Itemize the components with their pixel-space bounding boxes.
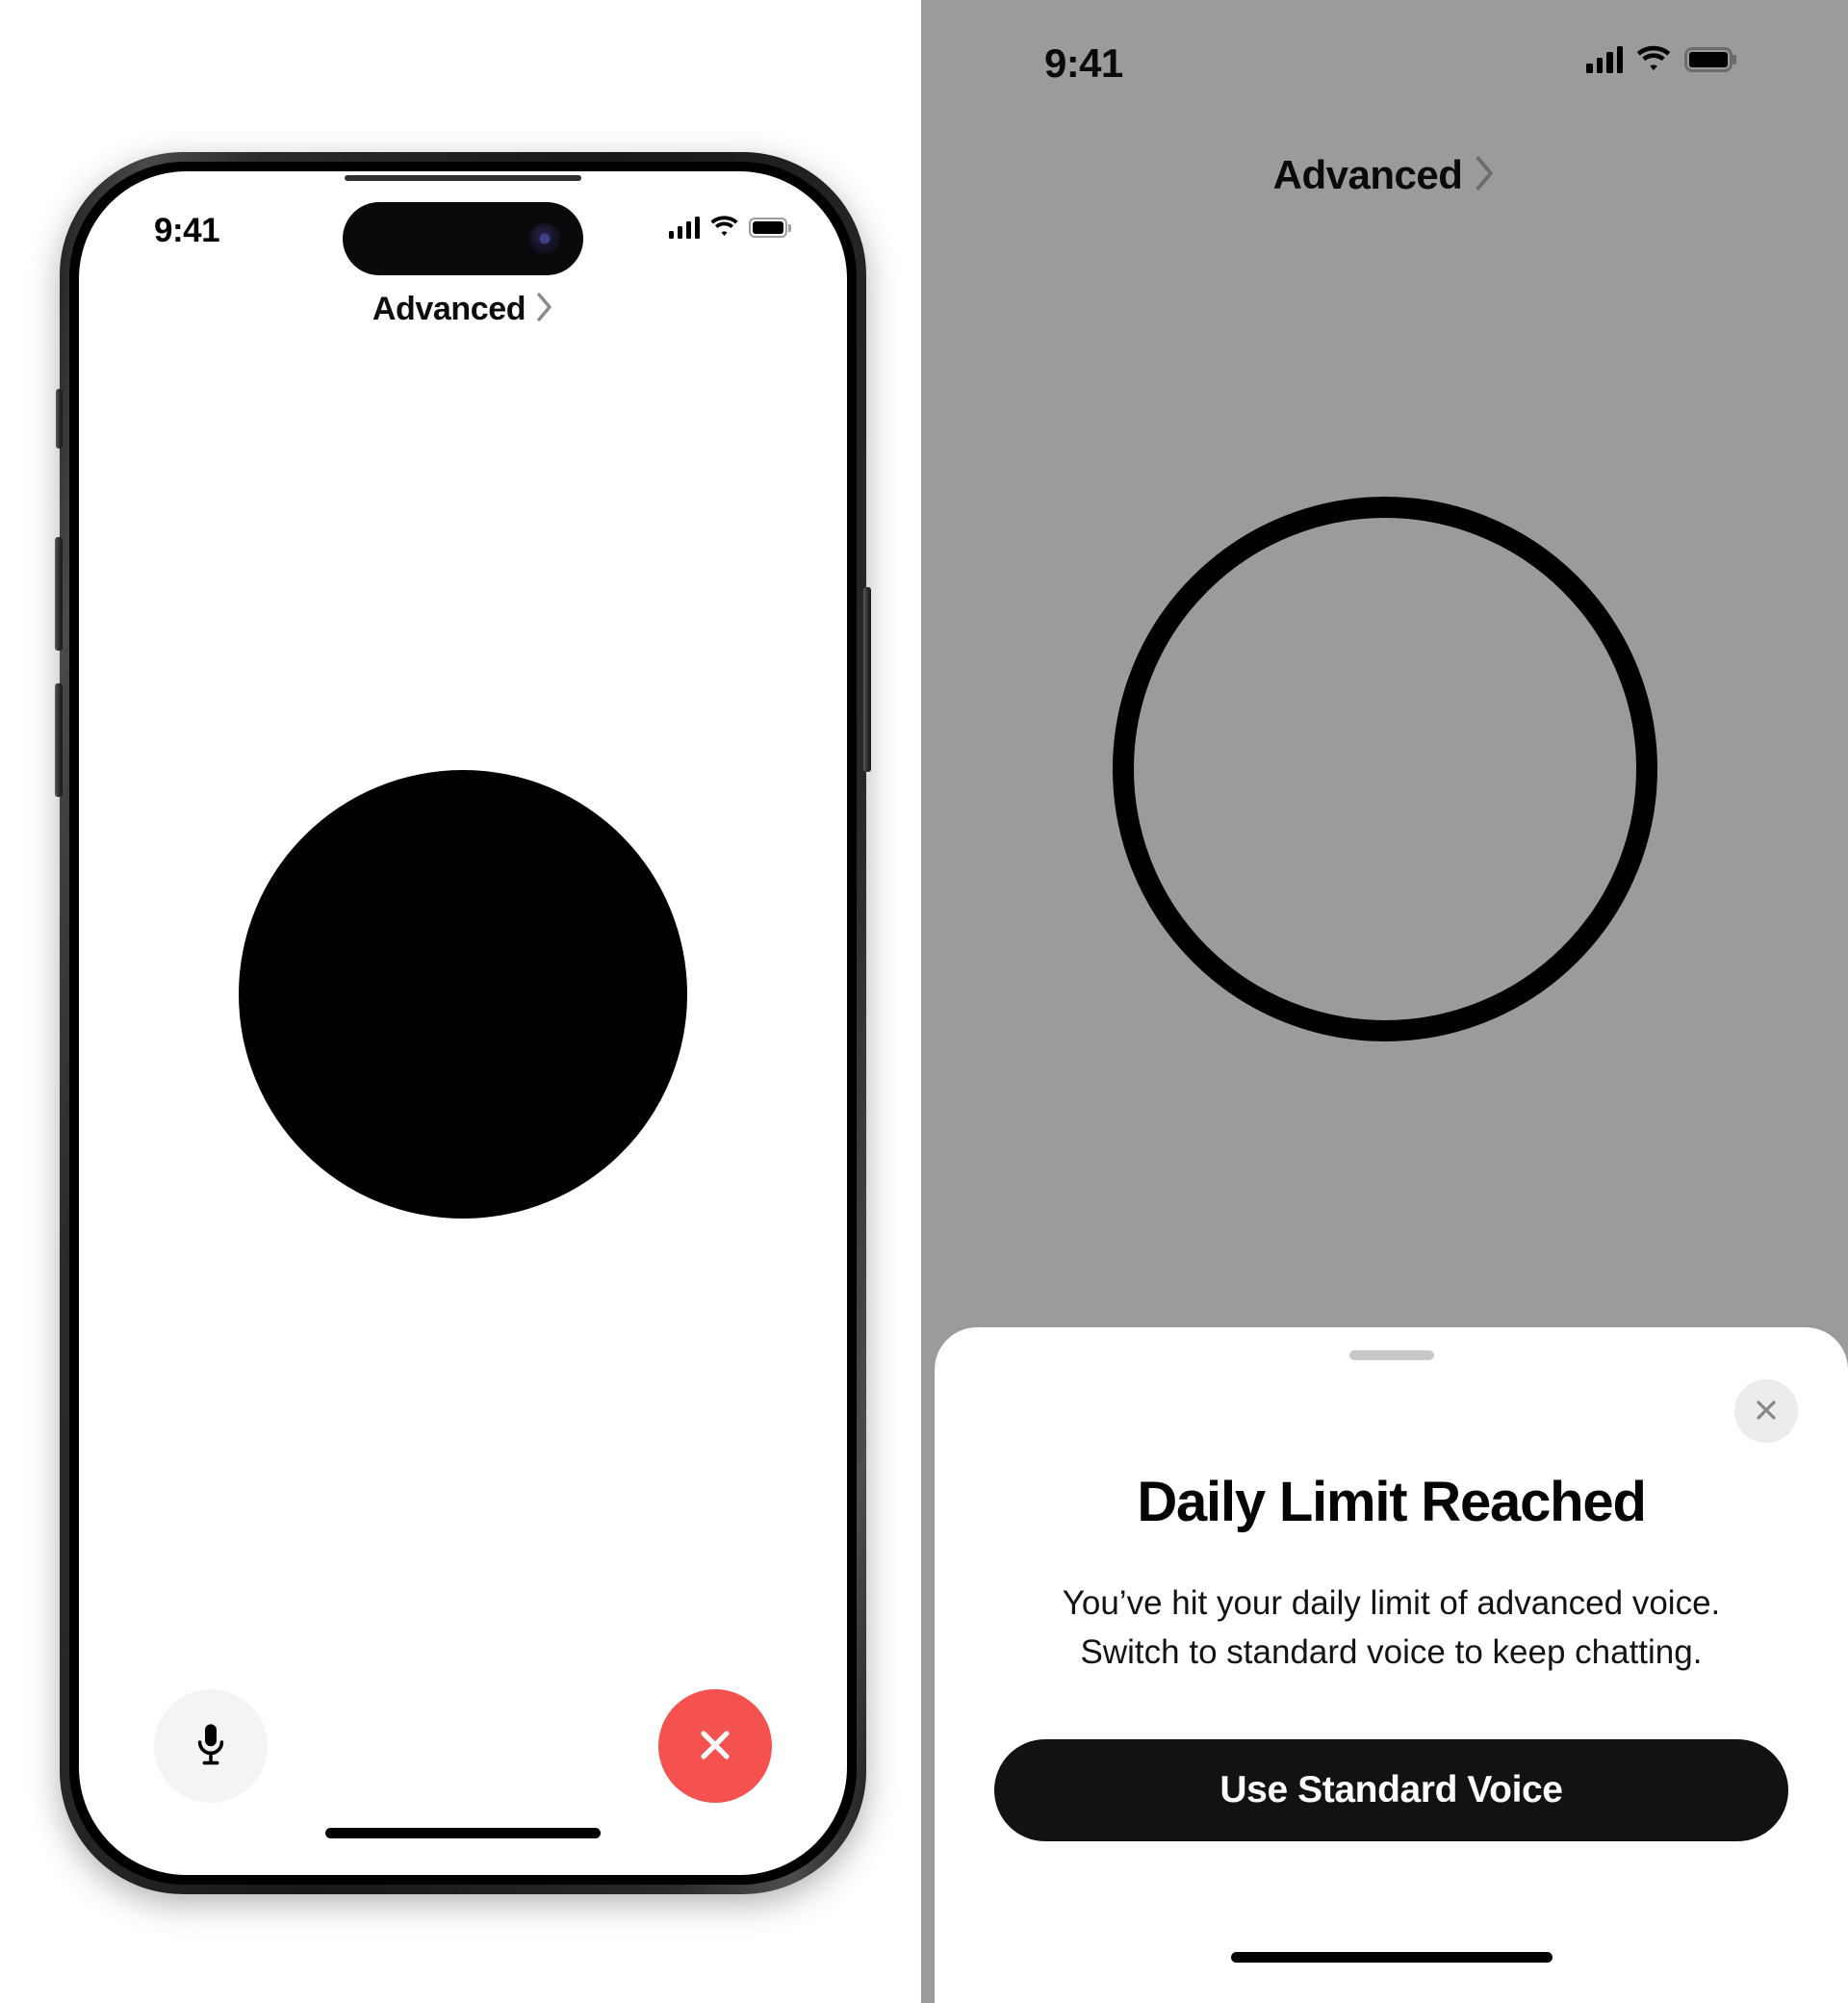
home-indicator[interactable]	[325, 1828, 601, 1838]
status-bar-indicators	[668, 215, 787, 241]
wifi-icon	[710, 215, 738, 241]
advanced-mode-label: Advanced	[1272, 152, 1463, 197]
home-indicator[interactable]	[1230, 1952, 1553, 1963]
chevron-right-icon	[1476, 155, 1496, 195]
advanced-mode-header[interactable]: Advanced	[79, 291, 847, 328]
earpiece-speaker	[345, 175, 581, 181]
screenshot-root: 9:41 Advanced 9:41 Advanced Daily Limit …	[0, 0, 1848, 2003]
chevron-right-icon	[537, 293, 553, 326]
volume-down-button[interactable]	[55, 683, 63, 797]
wifi-icon	[1636, 44, 1671, 75]
microphone-icon	[192, 1722, 229, 1771]
status-bar-indicators	[1586, 44, 1732, 75]
phone-frame: 9:41 Advanced	[55, 152, 871, 1894]
cellular-signal-icon	[1586, 46, 1623, 73]
status-bar-time: 9:41	[154, 212, 220, 249]
cellular-signal-icon	[668, 217, 700, 239]
battery-icon	[1684, 47, 1732, 72]
voice-orb-ring[interactable]	[1112, 497, 1657, 1041]
status-bar-time: 9:41	[1044, 40, 1123, 86]
advanced-mode-label: Advanced	[372, 291, 526, 327]
close-x-icon	[693, 1723, 737, 1770]
phone-status-bar: 9:41	[79, 202, 847, 275]
daily-limit-sheet: Daily Limit Reached You’ve hit your dail…	[935, 1327, 1848, 2003]
microphone-button[interactable]	[154, 1689, 268, 1803]
sheet-close-button[interactable]	[1734, 1379, 1798, 1443]
advanced-mode-header[interactable]: Advanced	[921, 152, 1848, 198]
battery-icon	[749, 218, 787, 238]
power-button[interactable]	[863, 587, 871, 772]
use-standard-voice-button[interactable]: Use Standard Voice	[994, 1739, 1788, 1841]
phone-screen: 9:41 Advanced	[79, 171, 847, 1875]
front-camera-icon	[529, 223, 560, 254]
sheet-description: You’ve hit your daily limit of advanced …	[935, 1579, 1848, 1678]
status-bar: 9:41	[921, 33, 1848, 90]
right-panel-screen: 9:41 Advanced Daily Limit Reached You’ve…	[921, 0, 1848, 2003]
sheet-grabber[interactable]	[1348, 1350, 1434, 1360]
voice-orb[interactable]	[239, 770, 687, 1219]
sheet-description-line-1: You’ve hit your daily limit of advanced …	[1062, 1584, 1721, 1622]
close-x-icon	[1752, 1396, 1781, 1427]
left-panel-device-mockup: 9:41 Advanced	[0, 0, 921, 2003]
end-call-button[interactable]	[658, 1689, 772, 1803]
volume-up-button[interactable]	[55, 537, 63, 651]
silent-switch-button[interactable]	[56, 389, 63, 449]
sheet-title: Daily Limit Reached	[1137, 1471, 1647, 1533]
voice-call-controls	[79, 1689, 847, 1805]
sheet-description-line-2: Switch to standard voice to keep chattin…	[1080, 1632, 1703, 1671]
dynamic-island	[343, 202, 583, 275]
